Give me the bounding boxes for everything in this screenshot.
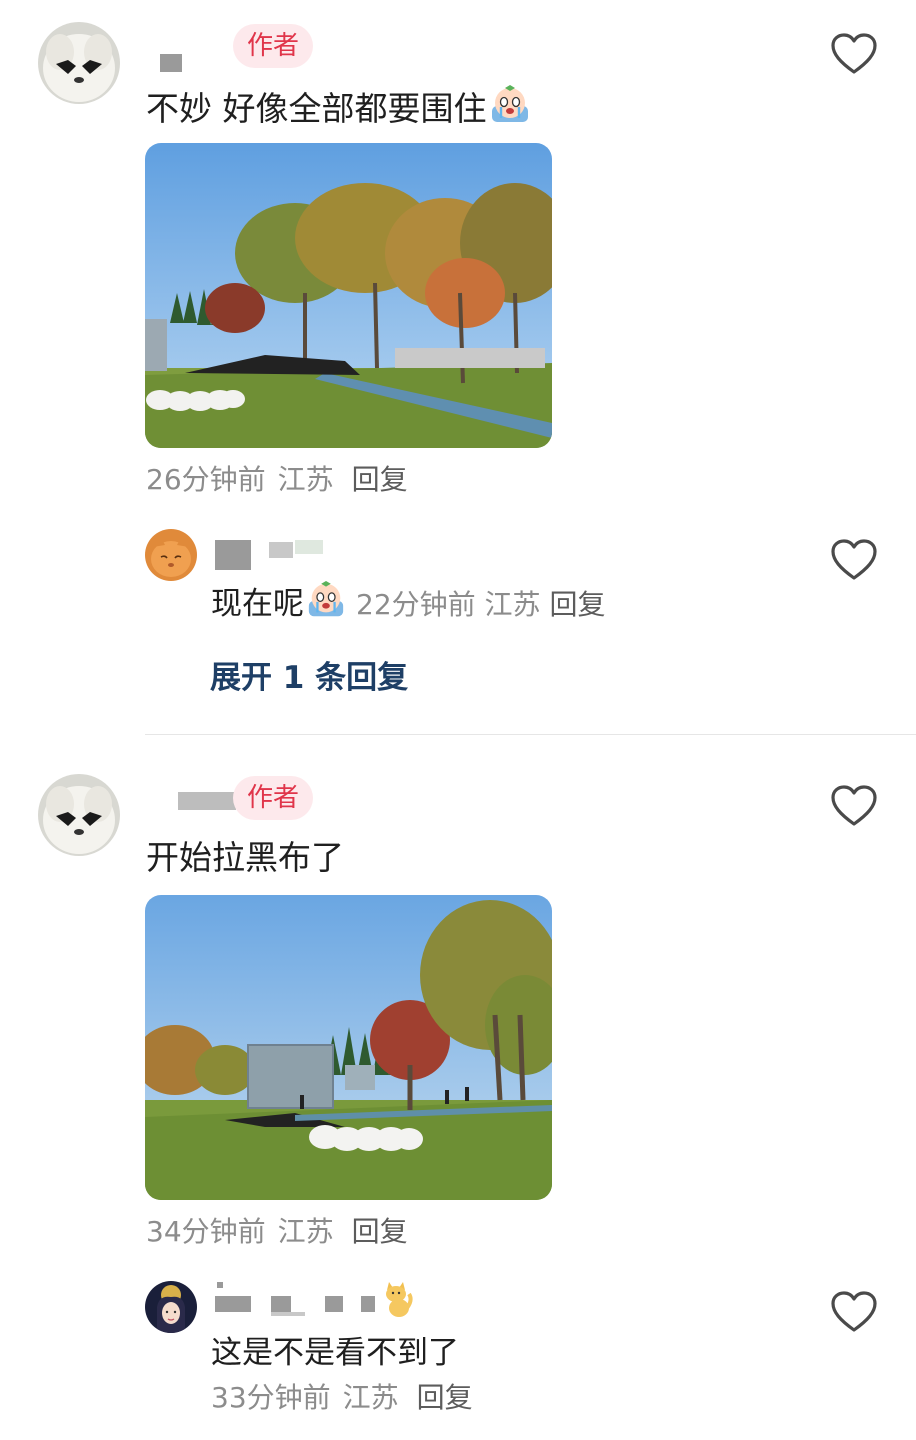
- username-blurred[interactable]: [160, 54, 220, 74]
- reply-time: 22分钟前: [356, 588, 476, 621]
- reply-location: 江苏: [484, 588, 541, 621]
- avatar-dog[interactable]: [38, 22, 120, 104]
- comment-location: 江苏: [277, 463, 334, 496]
- comment-text: 开始拉黑布了: [146, 836, 344, 880]
- reply-line: 现在呢 22分钟前 江苏 回复: [211, 580, 605, 631]
- reply-meta: 33分钟前 江苏 回复: [211, 1380, 485, 1416]
- reply-reply-button[interactable]: 回复: [417, 1381, 473, 1414]
- reply-reply-button[interactable]: 回复: [549, 588, 605, 621]
- expand-replies-link[interactable]: 展开 1 条回复: [210, 652, 408, 697]
- comment-location: 江苏: [277, 1215, 334, 1248]
- author-badge: 作者: [233, 776, 314, 820]
- avatar-cat[interactable]: [145, 529, 197, 581]
- comment-divider: [145, 734, 916, 735]
- reply-like-heart-icon[interactable]: [830, 1290, 878, 1334]
- comment-photo-park[interactable]: [145, 895, 552, 1200]
- reply-username-blurred[interactable]: [215, 540, 335, 572]
- comment-text-content: 不妙 好像全部都要围住: [146, 89, 487, 128]
- comment-time: 26分钟前: [146, 463, 266, 496]
- crying-emoji-icon: [306, 580, 346, 631]
- reply-text-content: 现在呢: [211, 586, 304, 622]
- cat-emoji-icon: [379, 1280, 413, 1322]
- comment-photo-trees[interactable]: [145, 143, 552, 448]
- author-badge: 作者: [233, 24, 314, 68]
- username-blurred[interactable]: [178, 792, 238, 812]
- comment-text: 不妙 好像全部都要围住: [146, 84, 531, 137]
- reply-text-content: 这是不是看不到了: [211, 1335, 459, 1371]
- comment-text-content: 开始拉黑布了: [146, 838, 344, 877]
- comment-meta: 26分钟前 江苏 回复: [146, 462, 420, 498]
- reply-button[interactable]: 回复: [352, 1215, 408, 1248]
- avatar-dog[interactable]: [38, 774, 120, 856]
- reply-location: 江苏: [342, 1381, 399, 1414]
- reply-time: 33分钟前: [211, 1381, 331, 1414]
- reply-button[interactable]: 回复: [352, 463, 408, 496]
- avatar-girl[interactable]: [145, 1281, 197, 1333]
- comment-meta: 34分钟前 江苏 回复: [146, 1214, 420, 1250]
- like-heart-icon[interactable]: [830, 32, 878, 76]
- reply-like-heart-icon[interactable]: [830, 538, 878, 582]
- crying-emoji-icon: [489, 84, 531, 137]
- like-heart-icon[interactable]: [830, 784, 878, 828]
- comment-time: 34分钟前: [146, 1215, 266, 1248]
- reply-meta: 22分钟前 江苏 回复: [356, 588, 605, 621]
